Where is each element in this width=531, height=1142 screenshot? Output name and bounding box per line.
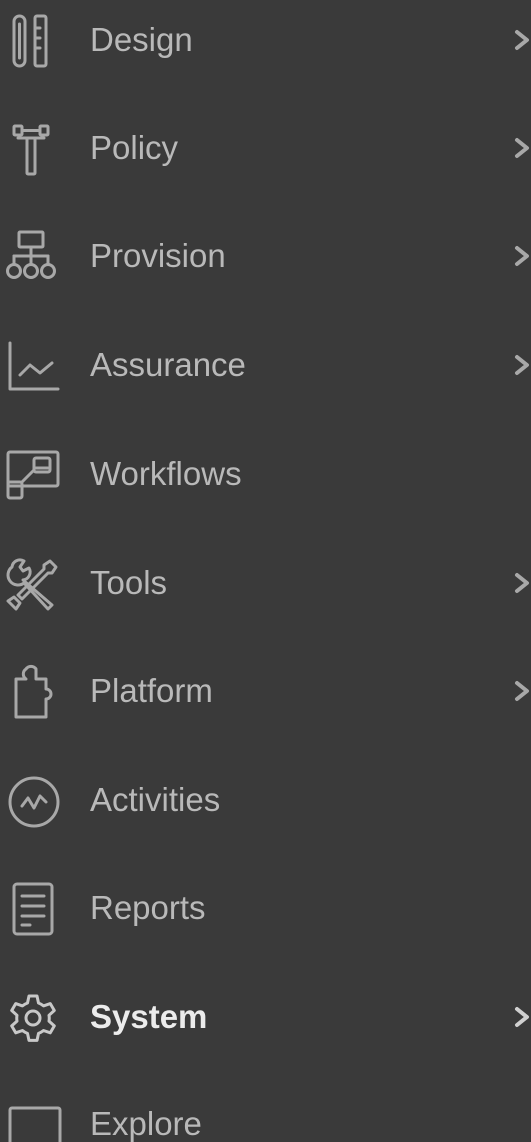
menu-item-policy[interactable]: Policy xyxy=(0,108,531,188)
menu-item-design[interactable]: Design xyxy=(0,0,531,80)
menu-item-label: Provision xyxy=(90,237,226,274)
reports-icon xyxy=(2,878,62,938)
menu-item-workflows[interactable]: Workflows xyxy=(0,434,531,514)
menu-item-label: Assurance xyxy=(90,346,246,383)
main-nav-menu: Design Policy Provision Assurance Workfl… xyxy=(0,0,531,1142)
menu-item-label: Reports xyxy=(90,889,206,926)
policy-icon xyxy=(2,118,62,178)
tools-icon xyxy=(2,553,62,613)
monitor-icon xyxy=(2,1090,62,1142)
chevron-right-icon xyxy=(509,557,531,609)
chevron-right-icon xyxy=(509,230,531,282)
provision-icon xyxy=(2,226,62,286)
menu-item-label: Tools xyxy=(90,564,168,601)
assurance-icon xyxy=(2,335,62,395)
menu-item-label: System xyxy=(90,998,208,1035)
chevron-right-icon xyxy=(509,122,531,174)
menu-item-assurance[interactable]: Assurance xyxy=(0,325,531,405)
menu-item-platform[interactable]: Platform xyxy=(0,651,531,731)
platform-icon xyxy=(2,661,62,721)
menu-item-label: Explore xyxy=(90,1105,202,1142)
workflows-icon xyxy=(2,444,62,504)
menu-item-system[interactable]: System xyxy=(0,977,531,1057)
menu-item-label: Policy xyxy=(90,129,179,166)
menu-item-activities[interactable]: Activities xyxy=(0,760,531,840)
gear-icon xyxy=(2,987,62,1047)
menu-item-label: Activities xyxy=(90,781,221,818)
menu-item-label: Platform xyxy=(90,672,213,709)
menu-item-label: Workflows xyxy=(90,455,242,492)
menu-item-explore[interactable]: Explore xyxy=(0,1080,531,1142)
chevron-right-icon xyxy=(509,665,531,717)
menu-item-provision[interactable]: Provision xyxy=(0,216,531,296)
chevron-right-icon xyxy=(509,991,531,1043)
chevron-right-icon xyxy=(509,339,531,391)
menu-item-reports[interactable]: Reports xyxy=(0,868,531,948)
activities-icon xyxy=(2,770,62,830)
chevron-right-icon xyxy=(509,14,531,66)
menu-item-tools[interactable]: Tools xyxy=(0,543,531,623)
design-icon xyxy=(2,10,62,70)
menu-item-label: Design xyxy=(90,21,193,58)
